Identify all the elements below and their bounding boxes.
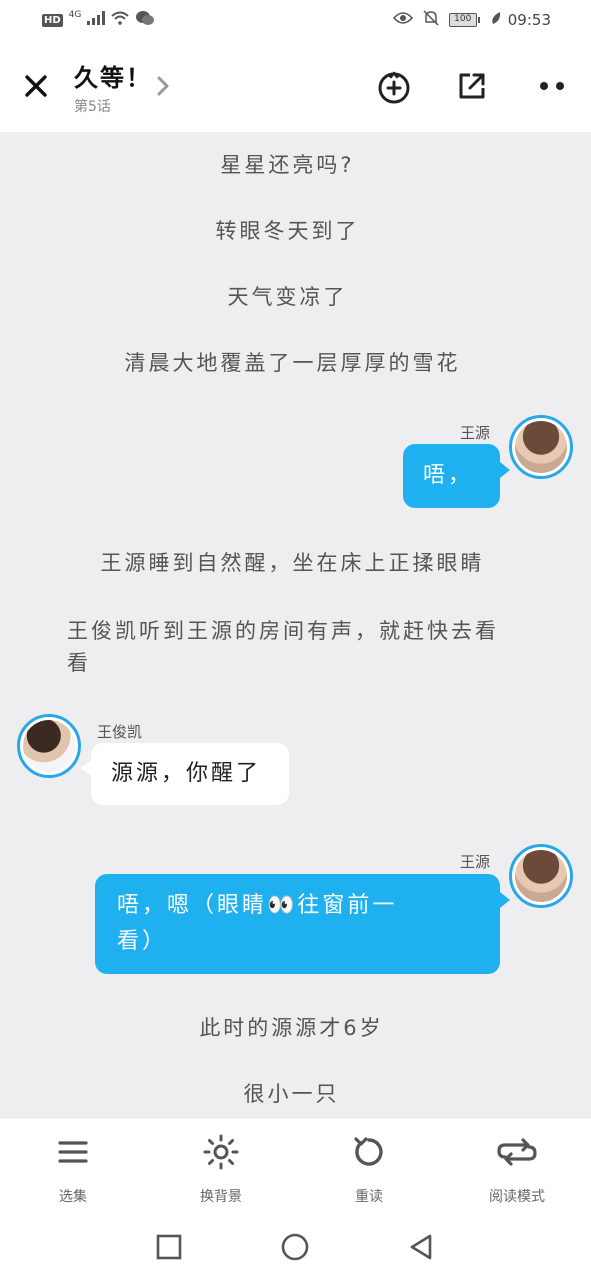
narration-line: 转眼冬天到了 [215,219,360,243]
menu-icon [58,1141,88,1163]
wechat-icon [135,10,155,30]
share-button[interactable] [450,64,494,108]
hd-badge: HD [42,13,63,27]
message-bubble[interactable]: 源源，你醒了 [91,743,289,805]
speaker-name: 王源 [460,853,491,871]
chapters-button[interactable]: 选集 [23,1132,123,1206]
back-button[interactable] [405,1231,437,1263]
mute-bell-icon [423,10,439,30]
circle-icon [281,1233,309,1261]
reader-header: 久等！ 第5话 [0,40,591,132]
narration-line: 王俊凯听到王源的房间有声，就赶快去看 [67,619,499,643]
change-background-button[interactable]: 换背景 [171,1132,271,1206]
message-text: 看） [117,929,168,954]
message-text: 源源，你醒了 [111,761,262,786]
reader-toolbar: 选集 换背景 重读 阅读模式 [0,1117,591,1213]
message-text: 唔，嗯（眼睛👀往窗前一 [117,893,398,918]
read-mode-button[interactable]: 阅读模式 [467,1132,567,1206]
chevron-right-icon [157,76,169,96]
bun-plus-icon [378,71,410,104]
narration-line: 天气变凉了 [227,285,348,309]
narration-line: 星星还亮吗? [220,153,355,177]
share-icon [459,73,485,99]
network-type: 4G [68,10,82,20]
close-icon [25,75,47,97]
refresh-icon [354,1137,383,1166]
story-title[interactable]: 久等！ [74,58,152,93]
message-text: 唔， [423,463,474,488]
speaker-name: 王俊凯 [97,723,143,741]
message-bubble[interactable]: 唔， [403,444,500,508]
sun-icon [203,1134,239,1170]
more-button[interactable] [530,64,574,108]
speaker-name: 王源 [460,424,491,442]
avatar[interactable] [509,844,573,908]
loop-icon [497,1138,537,1166]
avatar[interactable] [509,415,573,479]
eye-icon [392,11,413,29]
home-button[interactable] [279,1231,311,1263]
triangle-back-icon [410,1234,432,1260]
narration-line: 看 [67,651,91,675]
signal-icon [87,11,106,29]
wifi-icon [111,11,130,29]
leaf-icon [490,11,502,29]
close-button[interactable] [18,68,54,104]
chapter-chevron-button[interactable] [156,70,180,102]
system-nav-bar [0,1213,591,1280]
status-bar: HD 4G 100 09:53 [0,0,591,40]
narration-line: 很小一只 [243,1082,340,1106]
narration-line: 清晨大地覆盖了一层厚厚的雪花 [124,351,461,375]
episode-label: 第5话 [74,99,111,115]
battery-icon: 100 [448,13,480,27]
narration-line: 王源睡到自然醒，坐在床上正揉眼睛 [100,551,485,575]
more-dots-icon [540,82,564,90]
square-icon [156,1234,182,1260]
clock: 09:53 [507,11,551,29]
story-content[interactable]: 星星还亮吗? 转眼冬天到了 天气变凉了 清晨大地覆盖了一层厚厚的雪花 王源 唔，… [0,132,591,1117]
narration-line: 此时的源源才6岁 [199,1016,384,1040]
add-favorite-button[interactable] [372,64,416,108]
reread-button[interactable]: 重读 [319,1132,419,1206]
avatar[interactable] [17,714,81,778]
recents-button[interactable] [153,1231,185,1263]
message-bubble[interactable]: 唔，嗯（眼睛👀往窗前一 看） [95,874,500,974]
